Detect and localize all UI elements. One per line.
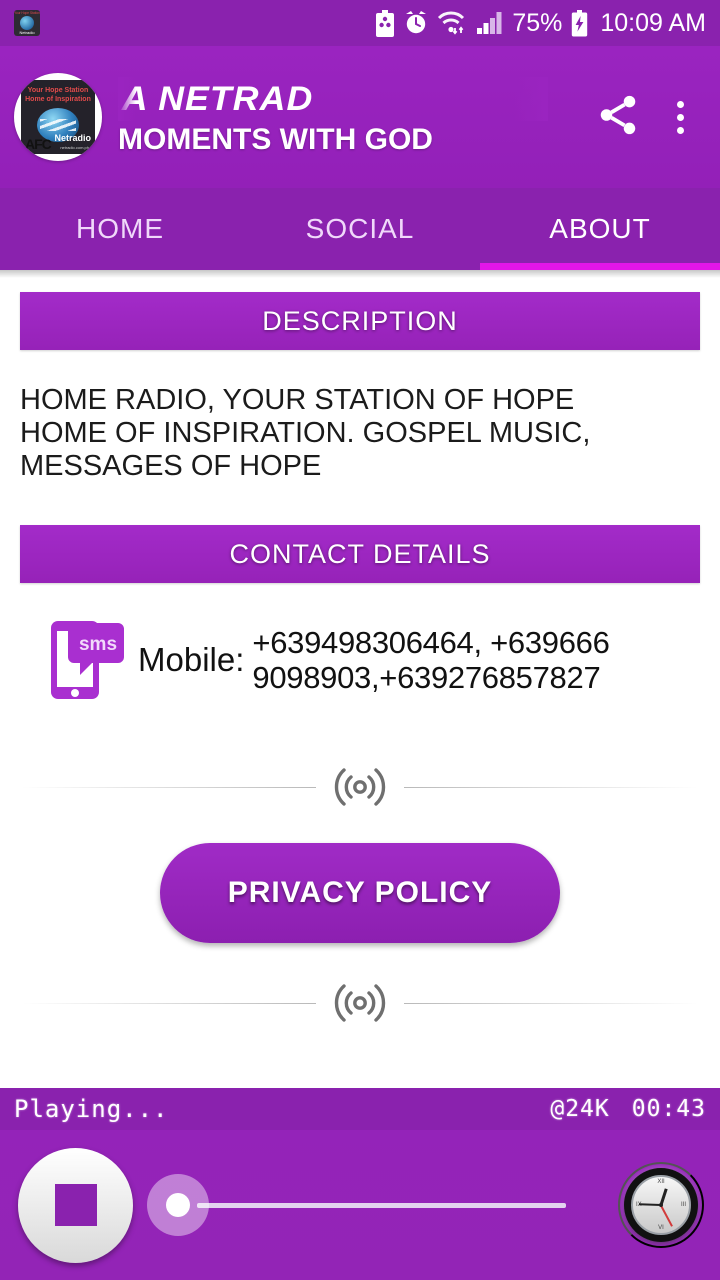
status-bar-system-icons: 75% 10:09 AM [375,9,706,38]
tab-about-indicator [480,263,720,270]
status-bar-clock: 10:09 AM [600,8,706,37]
tab-home-label: HOME [76,213,164,244]
tab-about[interactable]: ABOUT [480,188,720,270]
overflow-menu-icon [676,100,684,134]
contact-mobile-row[interactable]: sms Mobile: +639498306464, +639666 90989… [0,617,720,703]
stop-button[interactable] [18,1147,133,1263]
alarm-icon [404,10,428,36]
notification-app-icon: Your Hope Station Netradio [14,10,40,36]
player-status-text: Playing... [14,1095,169,1123]
tab-about-label: ABOUT [549,213,651,244]
description-text: HOME RADIO, YOUR STATION OF HOPE HOME OF… [20,384,700,483]
volume-slider-track[interactable] [197,1202,566,1208]
tab-home[interactable]: HOME [0,188,240,270]
toolbar-subtitle: MOMENTS WITH GOD [118,123,433,156]
logo-brand: Netradio [54,133,91,143]
battery-charging-icon [571,9,588,37]
station-logo-artwork: Your Hope Station Home of Inspiration AF… [21,80,95,154]
contact-section-header: CONTACT DETAILS [20,525,700,583]
wifi-icon [437,10,467,36]
divider-top [22,759,698,815]
divider-line-right [404,787,698,788]
divider-bottom [22,975,698,1031]
status-bar: Your Hope Station Netradio 75% 10:09 AM [0,0,720,46]
mobile-value-line-2: 9098903,+639276857827 [252,660,601,695]
svg-text:sms: sms [79,634,117,655]
logo-line1: Your Hope Station [27,87,89,94]
description-line-3: MESSAGES OF HOPE [20,450,322,482]
clock-icon: XII III VI IX [624,1168,698,1242]
divider-line-right-2 [404,1003,698,1004]
toolbar-actions [590,89,708,145]
description-section-header: DESCRIPTION [20,292,700,350]
mobile-value: +639498306464, +639666 9098903,+63927685… [252,625,609,695]
description-line-1: HOME RADIO, YOUR STATION OF HOPE [20,384,575,416]
cell-signal-icon [476,11,502,35]
stop-icon [54,1184,97,1226]
sms-icon: sms [48,617,124,703]
sleep-timer-button[interactable]: XII III VI IX [618,1162,704,1248]
logo-mark: AFC [25,136,52,152]
logo-url: netradio.com.ph [60,145,89,150]
status-bar-notification-area: Your Hope Station Netradio [14,10,40,36]
player-bitrate: @24K [550,1096,610,1122]
broadcast-waves-icon [321,760,399,814]
tab-home-indicator [0,263,240,270]
logo-line2: Home of Inspiration [25,96,91,103]
player-elapsed-time: 00:43 [631,1096,706,1122]
battery-percent-label: 75% [512,8,563,37]
divider-line-left-2 [22,1003,316,1004]
notification-icon-line1: Your Hope Station [14,11,40,15]
privacy-policy-button[interactable]: PRIVACY POLICY [160,843,560,943]
tab-bar: HOME SOCIAL ABOUT [0,188,720,270]
divider-line-left [22,787,316,788]
share-icon [595,92,641,143]
marquee-title-text: LA NETRAD [118,80,314,118]
volume-slider[interactable] [139,1174,608,1236]
volume-slider-thumb[interactable] [147,1174,209,1236]
about-content: DESCRIPTION HOME RADIO, YOUR STATION OF … [0,270,720,1088]
mobile-value-line-1: +639498306464, +639666 [252,625,610,660]
player-status-right: @24K 00:43 [550,1096,706,1122]
tab-social-label: SOCIAL [305,213,415,244]
toolbar-titles: LA NETRAD MOMENTS WITH GOD [118,65,590,169]
battery-saver-icon [375,9,395,37]
app-root: Your Hope Station Netradio 75% 10:09 AM … [0,0,720,1280]
description-line-2: HOME OF INSPIRATION. GOSPEL MUSIC, [20,417,591,449]
notification-icon-globe [20,16,34,30]
app-toolbar: Your Hope Station Home of Inspiration AF… [0,46,720,188]
tab-social-indicator [240,263,480,270]
overflow-menu-button[interactable] [652,89,708,145]
media-player: Playing... @24K 00:43 XII III VI [0,1088,720,1280]
notification-icon-label: Netradio [19,30,35,35]
player-controls: XII III VI IX [0,1130,720,1280]
player-status-bar: Playing... @24K 00:43 [0,1088,720,1130]
tab-social[interactable]: SOCIAL [240,188,480,270]
station-logo[interactable]: Your Hope Station Home of Inspiration AF… [14,73,102,161]
privacy-button-container: PRIVACY POLICY [0,843,720,943]
share-button[interactable] [590,89,646,145]
tab-bar-shadow [0,270,720,278]
mobile-label: Mobile: [138,641,245,678]
marquee-title: LA NETRAD [118,77,548,121]
broadcast-waves-icon-2 [321,976,399,1030]
